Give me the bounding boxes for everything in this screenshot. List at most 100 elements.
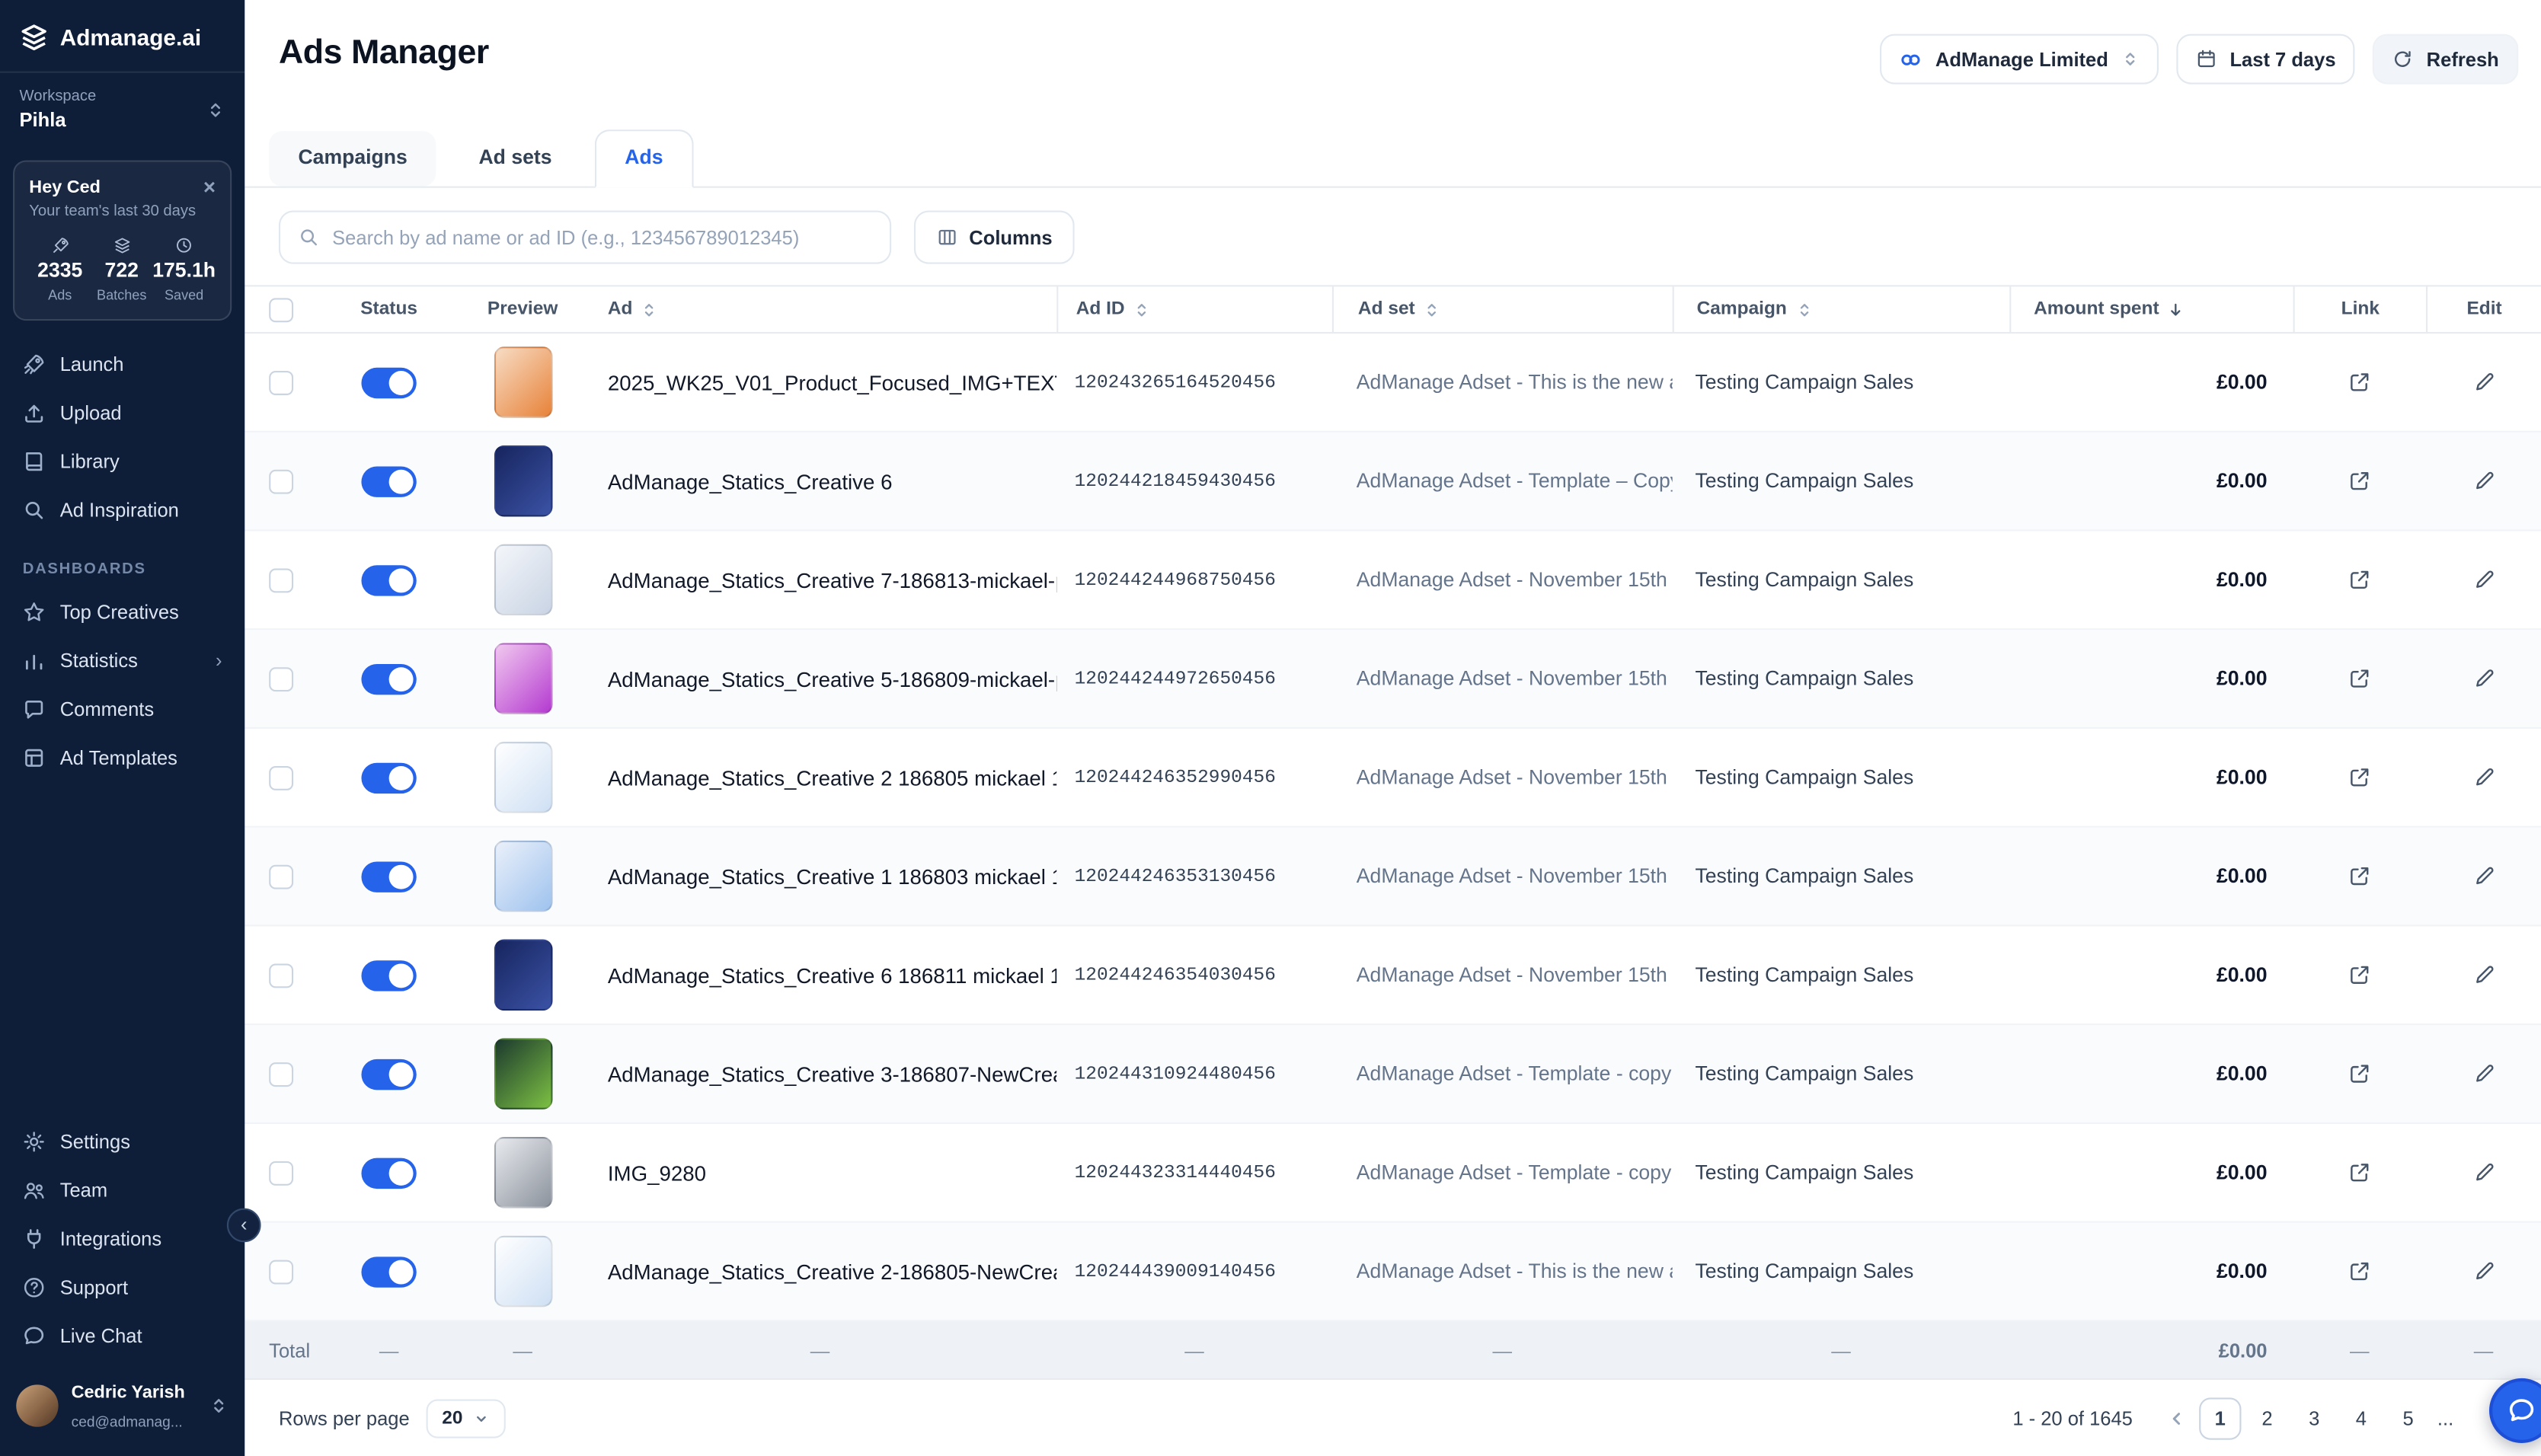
page-button-1[interactable]: 1 — [2199, 1397, 2241, 1438]
sidebar-item-live-chat[interactable]: Live Chat — [0, 1312, 245, 1361]
row-checkbox[interactable] — [269, 666, 293, 691]
ad-preview-thumb[interactable] — [494, 940, 552, 1011]
refresh-button[interactable]: Refresh — [2373, 34, 2518, 85]
sidebar-item-settings[interactable]: Settings — [0, 1117, 245, 1166]
workspace-name: Pihla — [20, 108, 97, 131]
sidebar-item-support[interactable]: Support — [0, 1263, 245, 1312]
status-toggle[interactable] — [361, 762, 416, 793]
ad-preview-thumb[interactable] — [494, 346, 552, 418]
team-icon — [23, 1179, 46, 1202]
sidebar-item-upload[interactable]: Upload — [0, 388, 245, 437]
external-link-icon[interactable] — [2348, 371, 2371, 394]
row-checkbox[interactable] — [269, 1161, 293, 1185]
columns-button[interactable]: Columns — [914, 210, 1075, 263]
comment-icon — [23, 698, 46, 721]
row-checkbox[interactable] — [269, 1260, 293, 1284]
sidebar-item-ad-templates[interactable]: Ad Templates — [0, 733, 245, 782]
sidebar-item-team[interactable]: Team — [0, 1166, 245, 1215]
edit-icon[interactable] — [2472, 766, 2495, 789]
edit-icon[interactable] — [2472, 667, 2495, 690]
user-menu[interactable]: Cedric Yarish ced@admanag... — [0, 1361, 245, 1456]
status-toggle[interactable] — [361, 861, 416, 891]
status-toggle[interactable] — [361, 1058, 416, 1089]
sidebar-item-library[interactable]: Library — [0, 437, 245, 486]
campaign-name: Testing Campaign Sales — [1673, 1223, 2010, 1320]
ad-preview-thumb[interactable] — [494, 841, 552, 912]
external-link-icon[interactable] — [2348, 963, 2371, 986]
column-header-ad[interactable]: Ad — [583, 286, 1056, 332]
column-header-ad-id[interactable]: Ad ID — [1056, 286, 1332, 332]
edit-icon[interactable] — [2472, 371, 2495, 394]
row-checkbox[interactable] — [269, 864, 293, 889]
sidebar-item-ad-inspiration[interactable]: Ad Inspiration — [0, 486, 245, 535]
status-toggle[interactable] — [361, 663, 416, 694]
sidebar-item-top-creatives[interactable]: Top Creatives — [0, 588, 245, 637]
edit-icon[interactable] — [2472, 470, 2495, 493]
close-icon[interactable]: × — [203, 177, 216, 198]
column-header-ad-set[interactable]: Ad set — [1332, 286, 1673, 332]
rows-per-page-label: Rows per page — [279, 1407, 410, 1429]
external-link-icon[interactable] — [2348, 667, 2371, 690]
search-input[interactable] — [332, 226, 871, 249]
account-selector[interactable]: AdManage Limited — [1881, 34, 2159, 85]
tab-campaigns[interactable]: Campaigns — [269, 131, 436, 186]
row-checkbox[interactable] — [269, 963, 293, 987]
date-range-picker[interactable]: Last 7 days — [2176, 34, 2355, 85]
ad-name: AdManage_Statics_Creative 2-186805-NewCr… — [583, 1223, 1056, 1320]
edit-icon[interactable] — [2472, 1161, 2495, 1184]
page-button-4[interactable]: 4 — [2340, 1397, 2382, 1438]
external-link-icon[interactable] — [2348, 865, 2371, 888]
external-link-icon[interactable] — [2348, 470, 2371, 493]
external-link-icon[interactable] — [2348, 569, 2371, 592]
workspace-selector[interactable]: Workspace Pihla — [0, 72, 245, 148]
status-toggle[interactable] — [361, 564, 416, 595]
status-toggle[interactable] — [361, 465, 416, 496]
ad-preview-thumb[interactable] — [494, 544, 552, 616]
page-button-5[interactable]: 5 — [2387, 1397, 2429, 1438]
row-checkbox[interactable] — [269, 469, 293, 493]
status-toggle[interactable] — [361, 959, 416, 990]
ad-preview-thumb[interactable] — [494, 1236, 552, 1308]
select-all-checkbox[interactable] — [269, 297, 293, 321]
edit-icon[interactable] — [2472, 963, 2495, 986]
row-checkbox[interactable] — [269, 1062, 293, 1086]
row-checkbox[interactable] — [269, 567, 293, 592]
chevron-left-icon[interactable] — [2159, 1397, 2194, 1438]
external-link-icon[interactable] — [2348, 1260, 2371, 1283]
external-link-icon[interactable] — [2348, 766, 2371, 789]
status-toggle[interactable] — [361, 1256, 416, 1286]
sidebar-item-launch[interactable]: Launch — [0, 340, 245, 389]
page-button-3[interactable]: 3 — [2293, 1397, 2335, 1438]
ad-preview-thumb[interactable] — [494, 1137, 552, 1209]
status-toggle[interactable] — [361, 1157, 416, 1188]
status-toggle[interactable] — [361, 367, 416, 398]
ad-preview-thumb[interactable] — [494, 445, 552, 517]
external-link-icon[interactable] — [2348, 1062, 2371, 1085]
search-icon — [298, 227, 319, 248]
row-checkbox[interactable] — [269, 765, 293, 790]
ad-set-name: AdManage Adset - November 15th - — [1332, 927, 1673, 1024]
edit-icon[interactable] — [2472, 865, 2495, 888]
sidebar-item-integrations[interactable]: Integrations — [0, 1215, 245, 1263]
campaign-name: Testing Campaign Sales — [1673, 630, 2010, 727]
column-header-amount-spent[interactable]: Amount spent — [2009, 286, 2293, 332]
table-row: AdManage_Statics_Creative 5-186809-micka… — [245, 630, 2541, 729]
edit-icon[interactable] — [2472, 1260, 2495, 1283]
sidebar-item-statistics[interactable]: Statistics › — [0, 637, 245, 685]
sidebar-collapse-button[interactable]: ‹ — [227, 1209, 261, 1243]
sort-icon — [641, 301, 658, 318]
ad-name: AdManage_Statics_Creative 6 186811 micka… — [583, 927, 1056, 1024]
tab-ad-sets[interactable]: Ad sets — [449, 131, 581, 186]
edit-icon[interactable] — [2472, 569, 2495, 592]
tab-ads[interactable]: Ads — [594, 129, 694, 188]
ad-preview-thumb[interactable] — [494, 1038, 552, 1110]
ad-preview-thumb[interactable] — [494, 742, 552, 813]
edit-icon[interactable] — [2472, 1062, 2495, 1085]
row-checkbox[interactable] — [269, 370, 293, 394]
external-link-icon[interactable] — [2348, 1161, 2371, 1184]
rows-per-page-select[interactable]: 20 — [426, 1398, 505, 1437]
column-header-campaign[interactable]: Campaign — [1673, 286, 2010, 332]
ad-preview-thumb[interactable] — [494, 643, 552, 714]
page-button-2[interactable]: 2 — [2246, 1397, 2288, 1438]
sidebar-item-comments[interactable]: Comments — [0, 685, 245, 734]
